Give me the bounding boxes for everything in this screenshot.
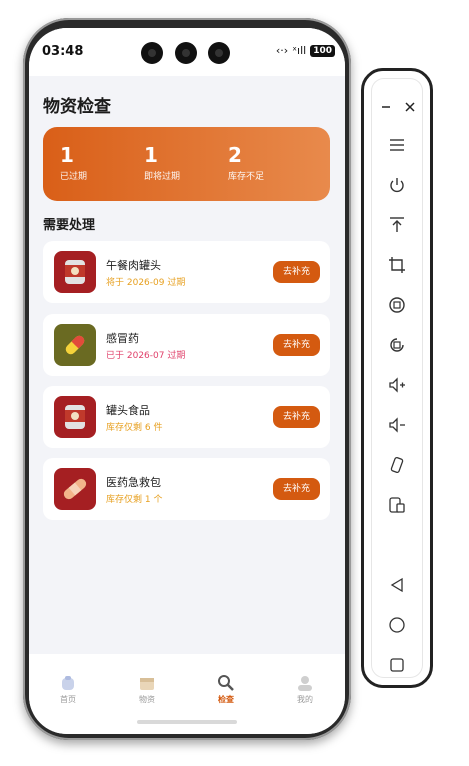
summary-count: 1 [60,143,74,167]
minimize-icon[interactable] [374,95,398,119]
bandage-icon [54,468,96,510]
item-name: 午餐肉罐头 [106,259,161,272]
rotate-left-icon[interactable] [385,293,409,317]
volume-up-icon[interactable] [385,373,409,397]
canned-food-icon [54,396,96,438]
summary-expired[interactable]: 1 已过期 [60,143,87,182]
list-item[interactable]: 感冒药 已于 2026-07 过期 去补充 [43,314,330,376]
list-item[interactable]: 医药急救包 库存仅剩 1 个 去补充 [43,458,330,520]
menu-icon[interactable] [385,133,409,157]
user-icon [296,674,314,692]
summary-low-stock[interactable]: 2 库存不足 [228,143,264,182]
summary-label: 库存不足 [228,172,265,182]
item-status: 已于 2026-07 过期 [106,351,186,361]
item-name: 医药急救包 [106,476,161,489]
status-icons: ‹·› ˣıll 100 [276,44,335,57]
tab-supplies[interactable]: 物资 [117,674,177,705]
summary-banner: 1 已过期 1 即将过期 2 库存不足 [43,127,330,201]
restock-button[interactable]: 去补充 [272,261,320,283]
summary-label: 即将过期 [144,172,181,182]
list-item[interactable]: 午餐肉罐头 将于 2026-09 过期 去补充 [43,241,330,303]
overview-icon[interactable] [385,653,409,677]
item-status: 库存仅剩 1 个 [106,495,163,505]
item-status: 将于 2026-09 过期 [106,278,186,288]
canned-food-icon [54,251,96,293]
status-bar: 03:48 ‹·› ˣıll 100 [29,28,345,76]
box-icon [138,674,156,692]
restock-button[interactable]: 去补充 [272,334,320,356]
section-title: 需要处理 [43,218,96,233]
back-icon[interactable] [385,573,409,597]
pill-icon [54,324,96,366]
camera-icon [175,42,197,64]
tab-home[interactable]: 首页 [38,674,98,705]
summary-expiring[interactable]: 1 即将过期 [144,143,180,182]
list-item[interactable]: 罐头食品 库存仅剩 6 件 去补充 [43,386,330,448]
upload-icon[interactable] [385,213,409,237]
close-icon[interactable] [398,95,422,119]
tab-label: 我的 [297,695,313,704]
camera-icon [208,42,230,64]
battery-icon: 100 [310,44,335,57]
tab-label: 检查 [218,695,234,704]
camera-icon [141,42,163,64]
summary-count: 2 [228,143,242,167]
status-time: 03:48 [42,44,84,59]
tab-profile[interactable]: 我的 [275,674,335,705]
item-name: 感冒药 [106,332,139,345]
signal-icon: ˣıll [292,44,307,57]
tab-check[interactable]: 检查 [196,674,256,705]
app-screen: 03:48 ‹·› ˣıll 100 物资检查 1 已过期 1 即将过期 2 库… [29,28,345,734]
item-status: 库存仅剩 6 件 [106,423,163,433]
item-name: 罐头食品 [106,404,150,417]
home-icon[interactable] [385,613,409,637]
wifi-icon: ‹·› [275,44,289,57]
restock-button[interactable]: 去补充 [272,406,320,428]
home-icon [59,674,77,692]
home-indicator[interactable] [137,720,237,724]
emulator-toolbar [361,68,433,688]
tab-label: 物资 [139,695,155,704]
toolbar-panel [372,79,422,677]
rotate-right-icon[interactable] [385,333,409,357]
restock-button[interactable]: 去补充 [272,478,320,500]
magnifier-icon [217,674,235,692]
summary-label: 已过期 [60,172,88,182]
tab-label: 首页 [60,695,76,704]
summary-count: 1 [144,143,158,167]
power-icon[interactable] [385,173,409,197]
page-title: 物资检查 [43,97,111,117]
rotate-device-icon[interactable] [385,453,409,477]
volume-down-icon[interactable] [385,413,409,437]
screenshot-icon[interactable] [385,493,409,517]
crop-icon[interactable] [385,253,409,277]
